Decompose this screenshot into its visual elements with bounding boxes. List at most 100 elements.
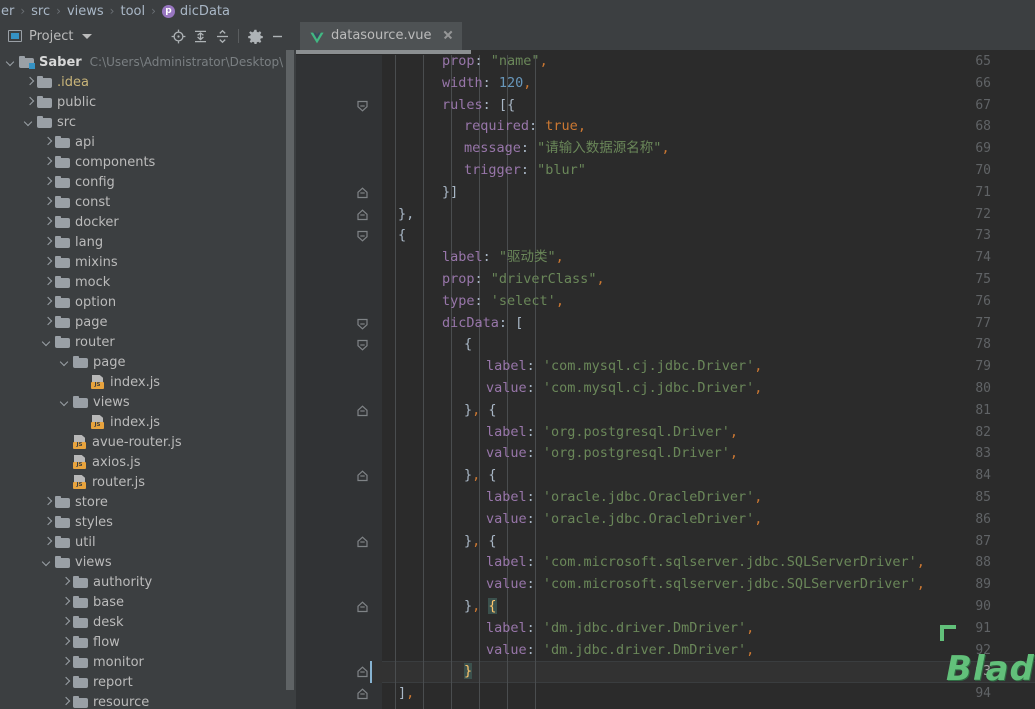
close-icon[interactable] bbox=[442, 29, 454, 41]
fold-end-icon[interactable] bbox=[355, 208, 370, 223]
tree-row[interactable]: monitor bbox=[0, 652, 296, 672]
code-token: width bbox=[442, 74, 483, 91]
breadcrumb-item-3[interactable]: tool bbox=[119, 4, 146, 19]
gear-icon[interactable] bbox=[244, 25, 266, 47]
chevron-down-icon[interactable] bbox=[42, 557, 53, 568]
project-tree[interactable]: Saber C:\Users\Administrator\Desktop\Idea… bbox=[0, 50, 296, 709]
tree-row[interactable]: docker bbox=[0, 212, 296, 232]
chevron-right-icon[interactable] bbox=[60, 697, 71, 708]
chevron-right-icon[interactable] bbox=[60, 677, 71, 688]
breadcrumb-item-2[interactable]: views bbox=[66, 4, 105, 19]
chevron-right-icon[interactable] bbox=[60, 597, 71, 608]
fold-end-icon[interactable] bbox=[355, 600, 370, 615]
tree-row[interactable]: mixins bbox=[0, 252, 296, 272]
chevron-right-icon[interactable] bbox=[42, 237, 53, 248]
chevron-right-icon[interactable] bbox=[42, 317, 53, 328]
chevron-down-icon[interactable] bbox=[42, 337, 53, 348]
tree-row[interactable]: resource bbox=[0, 692, 296, 709]
code-token: , bbox=[596, 271, 605, 287]
tree-row[interactable]: Saber C:\Users\Administrator\Desktop\Idea… bbox=[0, 52, 296, 72]
fold-end-icon[interactable] bbox=[355, 186, 370, 201]
breadcrumb-item-0[interactable]: er bbox=[0, 4, 15, 19]
chevron-right-icon[interactable] bbox=[60, 617, 71, 628]
fold-start-icon[interactable] bbox=[355, 338, 370, 353]
chevron-right-icon[interactable] bbox=[42, 517, 53, 528]
fold-end-icon[interactable] bbox=[355, 535, 370, 550]
code-token: , bbox=[539, 55, 548, 69]
tree-row[interactable]: axios.js bbox=[0, 452, 296, 472]
code-token: label bbox=[486, 489, 527, 505]
tree-row[interactable]: index.js bbox=[0, 412, 296, 432]
collapse-all-icon[interactable] bbox=[211, 25, 233, 47]
chevron-right-icon[interactable] bbox=[42, 157, 53, 168]
tree-row[interactable]: config bbox=[0, 172, 296, 192]
fold-end-icon[interactable] bbox=[355, 404, 370, 419]
sidebar-scrollbar-track[interactable] bbox=[284, 50, 296, 709]
chevron-right-icon[interactable] bbox=[60, 637, 71, 648]
fold-start-icon[interactable] bbox=[355, 317, 370, 332]
tree-row[interactable]: store bbox=[0, 492, 296, 512]
chevron-right-icon[interactable] bbox=[42, 297, 53, 308]
tree-row[interactable]: const bbox=[0, 192, 296, 212]
tree-row[interactable]: router bbox=[0, 332, 296, 352]
chevron-right-icon[interactable] bbox=[42, 177, 53, 188]
tree-row-label: mock bbox=[75, 274, 111, 290]
chevron-right-icon[interactable] bbox=[24, 97, 35, 108]
fold-start-icon[interactable] bbox=[355, 229, 370, 244]
tree-row[interactable]: mock bbox=[0, 272, 296, 292]
locate-icon[interactable] bbox=[167, 25, 189, 47]
chevron-right-icon[interactable] bbox=[42, 197, 53, 208]
chevron-down-icon[interactable] bbox=[60, 397, 71, 408]
tree-row[interactable]: api bbox=[0, 132, 296, 152]
tree-row[interactable]: authority bbox=[0, 572, 296, 592]
tree-row[interactable]: components bbox=[0, 152, 296, 172]
tree-row[interactable]: lang bbox=[0, 232, 296, 252]
tree-row[interactable]: views bbox=[0, 392, 296, 412]
tree-row[interactable]: .idea bbox=[0, 72, 296, 92]
tree-row[interactable]: report bbox=[0, 672, 296, 692]
chevron-down-icon[interactable] bbox=[60, 357, 71, 368]
chevron-right-icon[interactable] bbox=[42, 257, 53, 268]
fold-end-icon[interactable] bbox=[355, 687, 370, 702]
code-pane[interactable]: 65 66 67 68 69 70 71 72 73 74 75 76 77 78 79 80 81 82 83 84… bbox=[296, 55, 1035, 709]
tree-row[interactable]: flow bbox=[0, 632, 296, 652]
tree-row[interactable]: styles bbox=[0, 512, 296, 532]
expand-all-icon[interactable] bbox=[189, 25, 211, 47]
tree-row[interactable]: views bbox=[0, 552, 296, 572]
sidebar-scrollbar-thumb[interactable] bbox=[286, 50, 294, 690]
tree-row[interactable]: desk bbox=[0, 612, 296, 632]
editor-tab-datasource-vue[interactable]: datasource.vue bbox=[300, 22, 462, 50]
tree-row[interactable]: avue-router.js bbox=[0, 432, 296, 452]
tree-row[interactable]: page bbox=[0, 352, 296, 372]
breadcrumb-item-4[interactable]: p dicData bbox=[161, 4, 231, 19]
fold-end-icon[interactable] bbox=[355, 469, 370, 484]
chevron-right-icon[interactable] bbox=[42, 217, 53, 228]
chevron-right-icon[interactable] bbox=[42, 497, 53, 508]
tree-row[interactable]: router.js bbox=[0, 472, 296, 492]
breadcrumb-separator-icon: › bbox=[109, 4, 115, 18]
breadcrumb-item-1[interactable]: src bbox=[30, 4, 51, 19]
tree-row[interactable]: public bbox=[0, 92, 296, 112]
chevron-right-icon[interactable] bbox=[42, 277, 53, 288]
code-token: value bbox=[486, 445, 527, 462]
code-line: }, { bbox=[464, 465, 497, 487]
fold-start-icon[interactable] bbox=[355, 99, 370, 114]
fold-end-icon[interactable] bbox=[355, 665, 370, 680]
tree-row[interactable]: option bbox=[0, 292, 296, 312]
tree-row[interactable]: util bbox=[0, 532, 296, 552]
tree-row[interactable]: index.js bbox=[0, 372, 296, 392]
code-text[interactable]: prop: "name", width: 120, rules: [{require… bbox=[382, 55, 1035, 709]
chevron-right-icon[interactable] bbox=[42, 137, 53, 148]
chevron-down-icon[interactable] bbox=[24, 117, 35, 128]
tree-row[interactable]: base bbox=[0, 592, 296, 612]
tree-row[interactable]: page bbox=[0, 312, 296, 332]
chevron-right-icon[interactable] bbox=[60, 657, 71, 668]
chevron-right-icon[interactable] bbox=[60, 577, 71, 588]
chevron-right-icon[interactable] bbox=[24, 77, 35, 88]
minimize-icon[interactable] bbox=[266, 25, 288, 47]
chevron-right-icon[interactable] bbox=[42, 537, 53, 548]
tree-row[interactable]: src bbox=[0, 112, 296, 132]
chevron-down-icon[interactable] bbox=[82, 33, 93, 39]
editor-hscrollbar-thumb[interactable] bbox=[296, 50, 471, 54]
chevron-down-icon[interactable] bbox=[6, 57, 17, 68]
